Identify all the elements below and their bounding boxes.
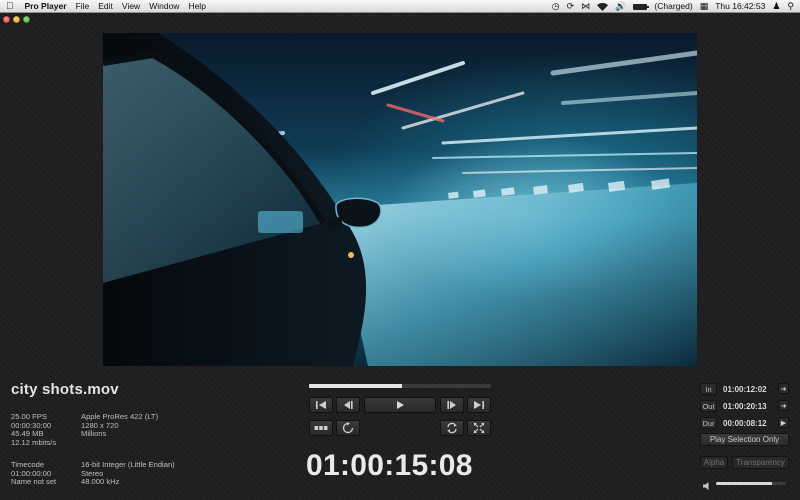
zoom-window-button[interactable] <box>23 16 30 23</box>
playback-progress-fill <box>309 384 402 388</box>
speaker-icon <box>702 478 712 490</box>
menu-help[interactable]: Help <box>188 0 205 13</box>
play-button[interactable] <box>364 397 436 413</box>
in-point-label[interactable]: In <box>700 383 717 395</box>
playback-progress-bar[interactable] <box>309 384 491 388</box>
skip-to-start-icon <box>316 401 326 409</box>
go-to-start-button[interactable] <box>309 397 333 413</box>
wifi-icon[interactable] <box>597 2 609 11</box>
reel-name: Name not set <box>11 477 57 487</box>
user-icon[interactable]: ♟ <box>772 0 780 13</box>
fullscreen-button[interactable] <box>467 420 491 436</box>
in-point-value: 01:00:12:02 <box>723 385 767 394</box>
step-backward-icon <box>344 401 353 409</box>
duration-label: Dur <box>700 417 717 429</box>
spotlight-search-icon[interactable]: ⚲ <box>787 0 794 13</box>
color-depth: Millions <box>81 429 107 439</box>
out-point-label[interactable]: Out <box>700 400 717 412</box>
step-forward-button[interactable] <box>440 397 464 413</box>
calendar-icon[interactable]: ▦ <box>700 0 709 13</box>
filmstrip-button[interactable] <box>309 420 333 436</box>
file-title: city shots.mov <box>11 381 119 398</box>
loop-button[interactable] <box>336 420 360 436</box>
sample-rate: 48.000 kHz <box>81 477 120 487</box>
sync-icon[interactable]: ⟳ <box>567 0 575 13</box>
app-menu[interactable]: Pro Player <box>25 0 67 13</box>
alpha-toggle[interactable]: Alpha <box>700 456 728 469</box>
timecode-info: Timecode 01:00:00:00 Name not set <box>11 460 57 487</box>
play-icon <box>397 401 404 409</box>
go-to-out-button[interactable]: ➜ <box>778 400 789 411</box>
menu-bar:  Pro Player File Edit View Window Help … <box>0 0 800 13</box>
palindrome-loop-button[interactable] <box>440 420 464 436</box>
filmstrip-icon <box>314 426 328 430</box>
step-forward-icon <box>447 401 456 409</box>
play-icon: ▶ <box>780 419 787 427</box>
time-machine-icon[interactable]: ◷ <box>552 0 560 13</box>
step-back-button[interactable] <box>336 397 360 413</box>
clock[interactable]: Thu 16:42:53 <box>715 0 765 13</box>
video-still <box>103 33 697 366</box>
current-timecode: 01:00:15:08 <box>306 449 473 482</box>
video-frame[interactable] <box>103 33 697 366</box>
loop-icon <box>342 422 354 434</box>
menu-window[interactable]: Window <box>149 0 179 13</box>
go-to-in-button[interactable]: ➜ <box>778 383 789 394</box>
battery-icon[interactable] <box>633 3 650 10</box>
video-info-right: Apple ProRes 422 (LT) 1280 x 720 Million… <box>81 412 158 439</box>
minimize-window-button[interactable] <box>13 16 20 23</box>
play-selection-button[interactable]: ▶ <box>778 417 789 428</box>
transparency-toggle[interactable]: Transparency <box>732 456 789 469</box>
close-window-button[interactable] <box>3 16 10 23</box>
volume-slider-fill <box>716 482 772 485</box>
menu-file[interactable]: File <box>76 0 90 13</box>
bitrate: 12.12 mbits/s <box>11 437 57 447</box>
window-controls <box>3 16 33 23</box>
refresh-icon <box>447 422 457 434</box>
go-to-end-button[interactable] <box>467 397 491 413</box>
battery-status: (Charged) <box>654 1 693 11</box>
audio-info: 16-bit Integer (Little Endian) Stereo 48… <box>81 460 175 487</box>
fullscreen-icon <box>473 422 485 434</box>
menu-view[interactable]: View <box>122 0 140 13</box>
play-selection-only-toggle[interactable]: Play Selection Only <box>700 433 789 446</box>
arrow-right-icon: ➜ <box>780 385 787 393</box>
menu-edit[interactable]: Edit <box>98 0 113 13</box>
volume-slider[interactable] <box>716 482 786 485</box>
apple-menu-icon[interactable]:  <box>6 0 14 13</box>
arrow-right-icon: ➜ <box>780 402 787 410</box>
video-info-left: 25.00 FPS 00:00:30:00 45.49 MB 12.12 mbi… <box>11 412 57 447</box>
bluetooth-icon[interactable]: ⋈ <box>581 0 590 13</box>
selection-duration-value: 00:00:08:12 <box>723 419 767 428</box>
out-point-value: 01:00:20:13 <box>723 402 767 411</box>
volume-icon[interactable]: 🔊 <box>615 0 626 13</box>
skip-to-end-icon <box>474 401 484 409</box>
